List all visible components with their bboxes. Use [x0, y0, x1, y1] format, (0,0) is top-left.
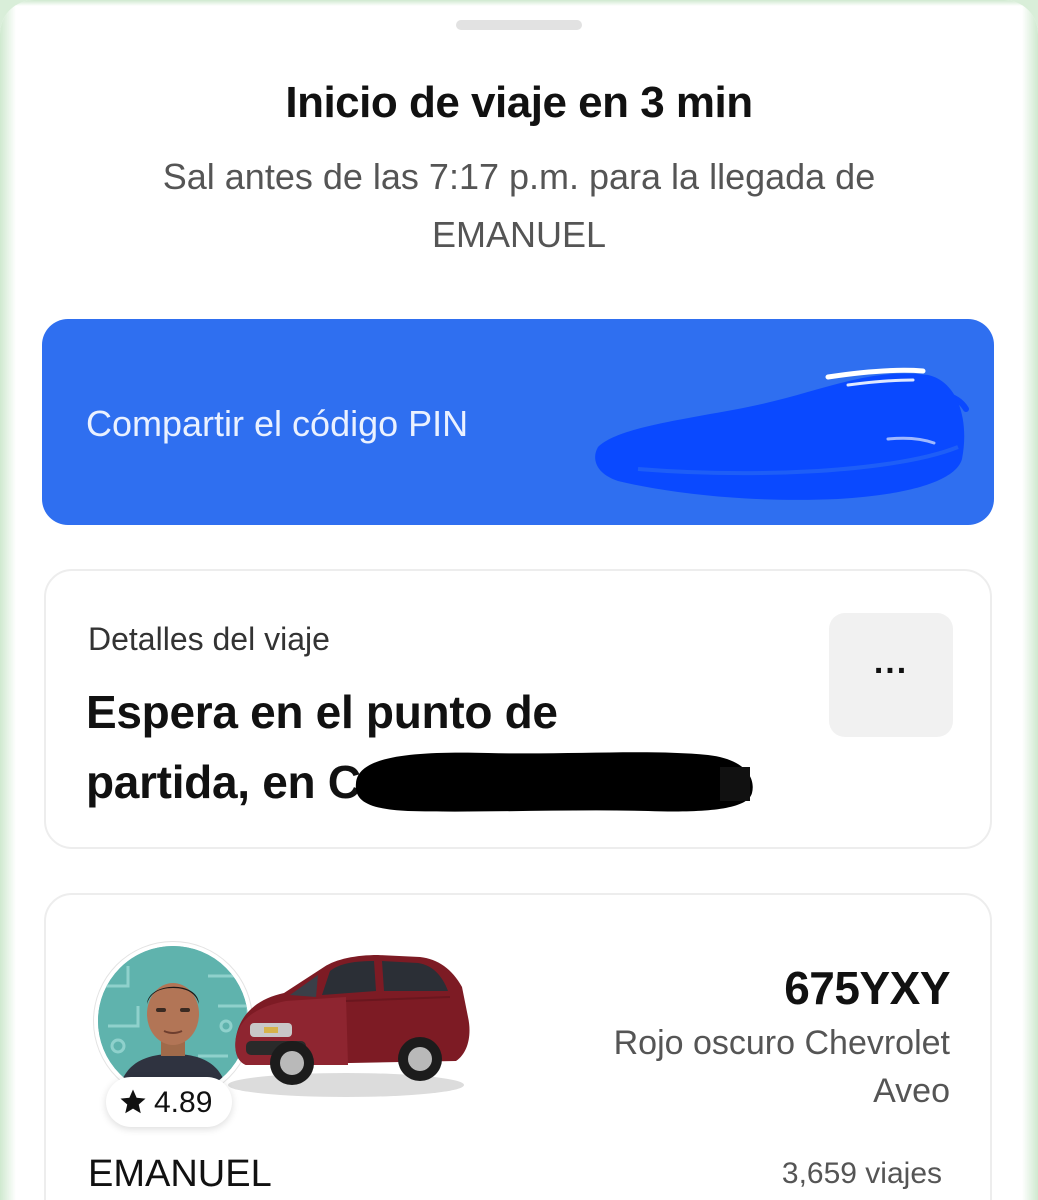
trip-options-button[interactable]: ... [829, 613, 953, 737]
driver-name: EMANUEL [88, 1153, 272, 1195]
more-horizontal-icon: ... [873, 643, 909, 681]
driver-card[interactable]: 4.89 675YXY Rojo oscuro Chevrolet Aveo E… [44, 893, 992, 1200]
driver-trip-count: 3,659 viajes [781, 1157, 942, 1190]
address-redaction-mark [355, 752, 753, 812]
drag-handle[interactable] [456, 20, 582, 30]
sheet-edge-left [0, 0, 16, 1200]
driver-rating-value: 4.89 [154, 1086, 213, 1119]
share-pin-label: Compartir el código PIN [86, 403, 469, 444]
trip-details-label: Detalles del viaje [88, 621, 330, 657]
pin-redaction-scribble [595, 367, 969, 500]
vehicle-description: Rojo oscuro Chevrolet Aveo [613, 1024, 950, 1110]
trip-details-card[interactable]: Detalles del viaje Espera en el punto de… [44, 569, 992, 849]
sheet-edge-right [1022, 0, 1038, 1200]
license-plate: 675YXY [784, 962, 950, 1014]
driver-rating-badge: 4.89 [106, 1077, 232, 1127]
departure-instruction: Sal antes de las 7:17 p.m. para la llega… [162, 156, 876, 255]
star-icon [120, 1089, 146, 1114]
share-pin-button[interactable]: Compartir el código PIN [42, 319, 994, 525]
map-edge [0, 0, 1038, 6]
bottom-sheet: Inicio de viaje en 3 min Sal antes de la… [0, 0, 1038, 1200]
page-title: Inicio de viaje en 3 min [285, 78, 753, 127]
vehicle-image [206, 925, 476, 1105]
